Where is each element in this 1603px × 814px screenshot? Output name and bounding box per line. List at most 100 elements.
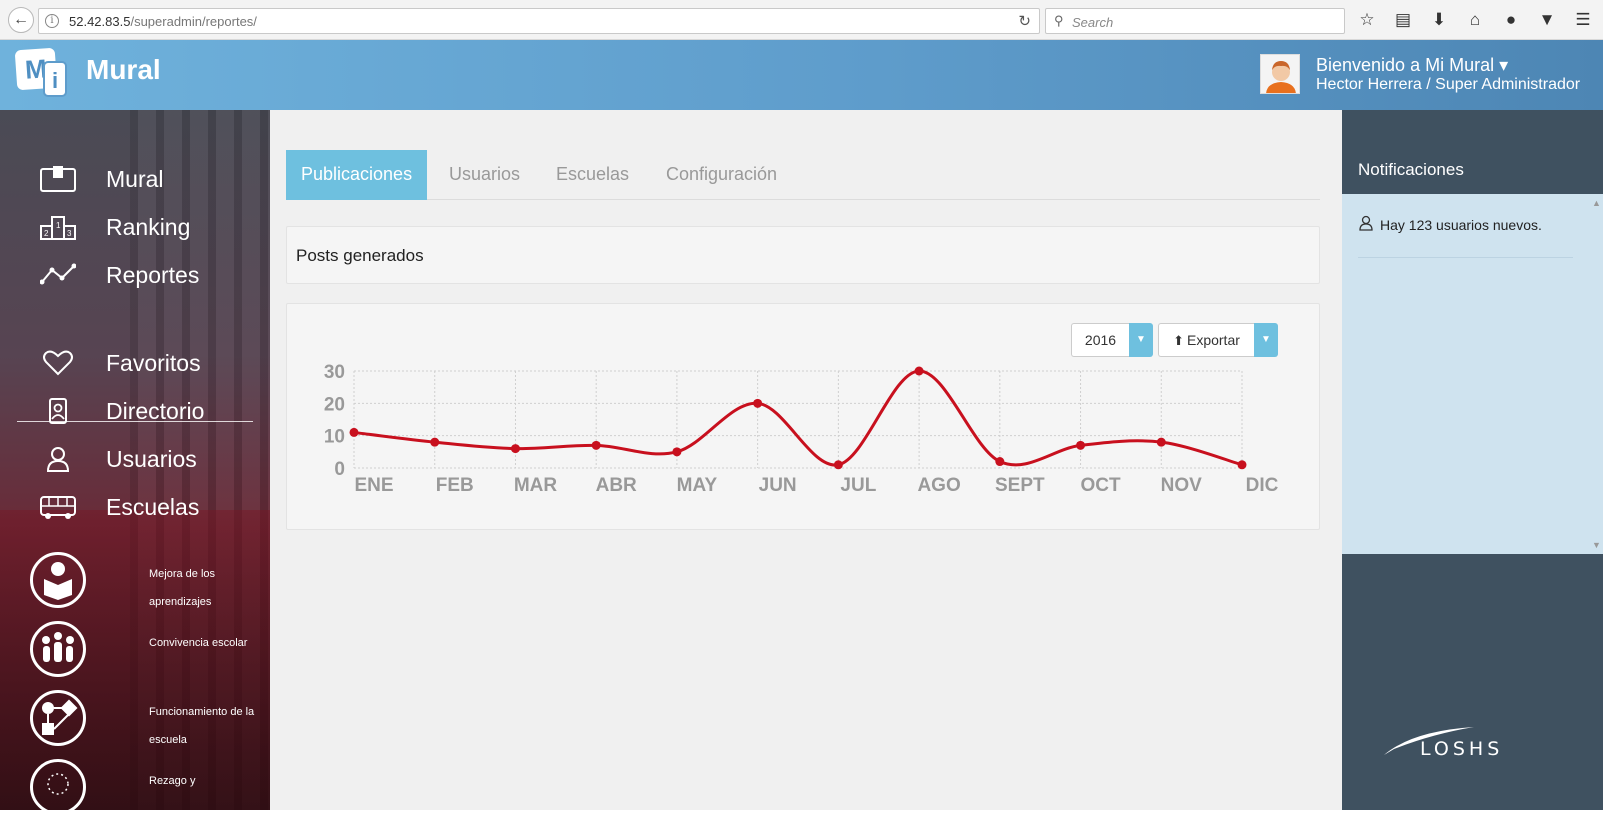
reload-icon[interactable]: ↻	[1018, 12, 1031, 30]
user-role: Hector Herrera / Super Administrador	[1316, 76, 1581, 93]
pocket-icon[interactable]: ▼	[1536, 9, 1558, 31]
y-tick-label: 30	[324, 362, 345, 383]
reading-list-icon[interactable]: ▤	[1392, 9, 1414, 31]
chart-panel: 2016 ▼ ⬆ Exportar ▼ 0 10 20 30 ENE FEB MAR ABR MA…	[286, 303, 1320, 530]
sidebar-label: Ranking	[106, 213, 191, 240]
report-tabs: Publicaciones Usuarios Escuelas Configur…	[286, 150, 1320, 200]
data-point	[672, 447, 682, 457]
data-point	[430, 437, 440, 447]
sidebar-label: Reportes	[106, 261, 200, 288]
bus-icon	[38, 492, 78, 522]
logo-i: i	[43, 61, 67, 97]
notifications-title: Notificaciones	[1358, 160, 1464, 179]
data-point	[833, 460, 843, 470]
svg-text:3: 3	[67, 229, 72, 238]
series-line	[353, 369, 1243, 467]
y-tick-label: 20	[324, 394, 345, 415]
y-tick-label: 10	[324, 427, 345, 448]
data-point	[995, 457, 1005, 467]
data-point	[1156, 437, 1166, 447]
posts-line-chart: 0 10 20 30 ENE FEB MAR ABR MAY JUN JUL AGO SEPT OCT NO…	[324, 362, 1279, 496]
avatar[interactable]	[1260, 54, 1300, 94]
download-icon[interactable]: ⬇	[1428, 9, 1450, 31]
loshs-logo: LOSHS	[1382, 725, 1512, 761]
sidebar-label: Favoritos	[106, 349, 201, 376]
tab-escuelas[interactable]: Escuelas	[541, 150, 644, 200]
reading-icon	[30, 552, 86, 608]
podium-icon: 213	[38, 212, 78, 242]
x-tick-label: ABR	[596, 475, 637, 496]
svg-text:2: 2	[44, 229, 49, 238]
scroll-up-icon[interactable]: ▲	[1592, 198, 1601, 208]
tab-publicaciones[interactable]: Publicaciones	[286, 150, 428, 200]
menu-icon[interactable]: ☰	[1572, 9, 1594, 31]
chat-icon[interactable]: ●	[1500, 9, 1522, 31]
data-point	[1237, 460, 1247, 470]
export-text: Exportar	[1186, 332, 1240, 348]
x-tick-label: JUN	[759, 475, 797, 496]
logo-text: Mural	[86, 54, 161, 85]
notification-item[interactable]: Hay 123 usuarios nuevos.	[1358, 214, 1573, 258]
search-icon: ⚲	[1054, 13, 1064, 28]
program-rezago[interactable]: Rezago y	[30, 759, 260, 810]
browser-search-input[interactable]: ⚲ Search	[1045, 8, 1345, 34]
heart-icon	[38, 348, 78, 378]
scroll-down-icon[interactable]: ▼	[1592, 540, 1601, 550]
program-convivencia[interactable]: Convivencia escolar	[30, 621, 260, 681]
back-button[interactable]: ←	[8, 7, 34, 33]
mi-mural-logo[interactable]: M i Mural	[14, 45, 176, 103]
address-bar[interactable]: i 52.42.83.5/superadmin/reportes/ ↻	[38, 8, 1040, 34]
home-icon[interactable]: ⌂	[1464, 9, 1486, 31]
app-header: M i Mural Bienvenido a Mi Mural ▾ Hector…	[0, 40, 1603, 110]
avatar-image	[1261, 55, 1299, 93]
flowchart-icon	[30, 690, 86, 746]
upload-icon: ⬆	[1173, 333, 1184, 348]
star-icon[interactable]: ☆	[1356, 9, 1378, 31]
data-point	[349, 427, 359, 437]
welcome-dropdown[interactable]: Bienvenido a Mi Mural ▾	[1316, 55, 1508, 76]
program-label: Mejora de los aprendizajes	[149, 568, 216, 608]
search-placeholder: Search	[1072, 15, 1114, 30]
posts-panel-header: Posts generados	[286, 226, 1320, 284]
sidebar-item-mural[interactable]: Mural	[38, 162, 164, 196]
tab-usuarios[interactable]: Usuarios	[434, 150, 535, 200]
x-tick-label: OCT	[1080, 475, 1121, 496]
notifications-panel: Notificaciones Hay 123 usuarios nuevos. …	[1342, 110, 1603, 810]
sidebar: Mural 213 Ranking Reportes Favoritos Dir…	[0, 110, 270, 810]
program-label: Convivencia escolar	[149, 637, 248, 649]
sidebar-item-usuarios[interactable]: Usuarios	[38, 442, 197, 476]
program-label: Rezago y	[149, 775, 196, 787]
main-content: Publicaciones Usuarios Escuelas Configur…	[270, 110, 1342, 810]
svg-text:1: 1	[56, 221, 61, 230]
clipboard-icon	[38, 164, 78, 194]
notifications-list: Hay 123 usuarios nuevos. ▲ ▼	[1342, 194, 1603, 554]
sidebar-label: Directorio	[106, 397, 205, 424]
x-tick-label: NOV	[1161, 475, 1203, 496]
program-mejora[interactable]: Mejora de los aprendizajes	[30, 552, 260, 612]
x-tick-label: SEPT	[995, 475, 1045, 496]
sidebar-item-directorio[interactable]: Directorio	[38, 394, 204, 428]
notifications-scrollbar[interactable]: ▲ ▼	[1592, 194, 1602, 554]
sidebar-item-favoritos[interactable]: Favoritos	[38, 346, 201, 380]
sidebar-item-ranking[interactable]: 213 Ranking	[38, 210, 190, 244]
line-chart-icon	[38, 260, 78, 290]
url-text: 52.42.83.5/superadmin/reportes/	[69, 14, 257, 29]
sidebar-item-reportes[interactable]: Reportes	[38, 258, 199, 292]
contact-card-icon	[38, 396, 78, 426]
program-label: Funcionamiento de la escuela	[149, 706, 255, 746]
program-funcionamiento[interactable]: Funcionamiento de la escuela	[30, 690, 260, 750]
data-point	[914, 366, 924, 376]
sidebar-label: Mural	[106, 165, 164, 192]
user-icon	[1358, 215, 1374, 231]
sidebar-item-escuelas[interactable]: Escuelas	[38, 490, 199, 524]
user-icon	[38, 444, 78, 474]
y-tick-label: 0	[334, 459, 345, 480]
panel-title: Posts generados	[296, 246, 424, 265]
x-tick-label: DIC	[1246, 475, 1279, 496]
info-icon[interactable]: i	[45, 14, 59, 28]
x-tick-label: AGO	[917, 475, 960, 496]
tab-configuracion[interactable]: Configuración	[651, 150, 792, 200]
brand-text: LOSHS	[1420, 738, 1504, 760]
data-point	[510, 444, 520, 454]
data-point	[753, 398, 763, 408]
